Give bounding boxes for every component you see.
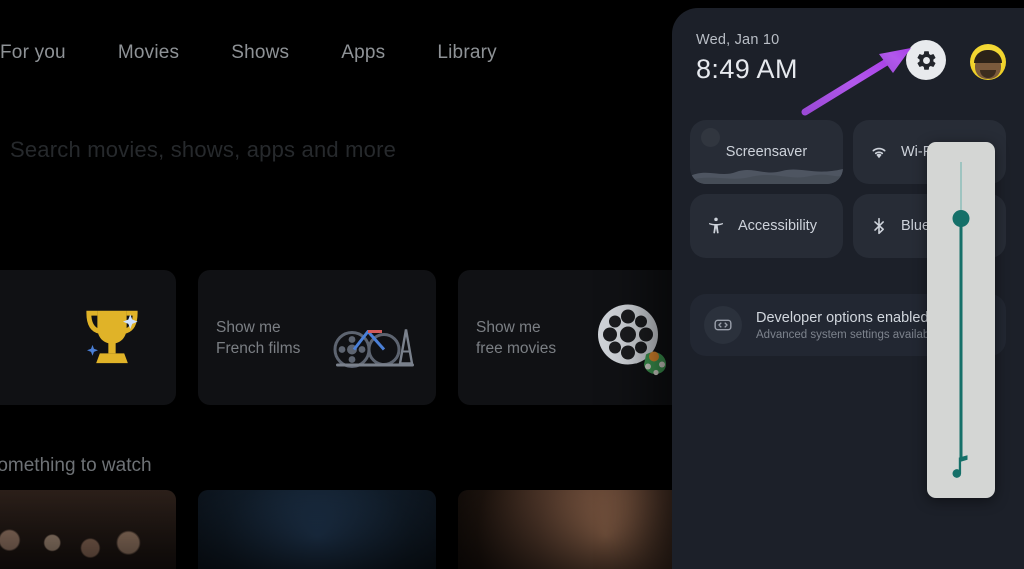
volume-slider-fill <box>959 218 963 458</box>
suggestion-card[interactable]: Show me free movies <box>458 270 696 405</box>
notification-title: Developer options enabled <box>756 309 929 326</box>
current-time: 8:49 AM <box>696 54 798 84</box>
watch-card[interactable]: Anime Movies <box>198 490 436 569</box>
watch-card[interactable]: Crime TV Shows <box>0 490 176 569</box>
nav-item-for-you[interactable]: For you <box>0 42 66 64</box>
film-reel-icon <box>579 285 684 390</box>
suggestion-row: n ress ? Show me French films <box>0 270 696 405</box>
watch-card-scrim <box>0 490 176 569</box>
nav-item-library[interactable]: Library <box>437 42 496 64</box>
search-bar[interactable]: Search movies, shows, apps and more <box>0 128 660 172</box>
watch-card-scrim <box>458 490 696 569</box>
nav-item-shows[interactable]: Shows <box>231 42 289 64</box>
watch-card-scrim <box>198 490 436 569</box>
film-reel-bicycle-icon <box>319 285 424 390</box>
nav-item-movies[interactable]: Movies <box>118 42 179 64</box>
wifi-icon <box>869 142 889 162</box>
avatar-face <box>974 50 1002 79</box>
trophy-icon <box>59 285 164 390</box>
notification-subtitle: Advanced system settings available <box>756 328 939 341</box>
developer-options-icon <box>704 306 742 344</box>
screensaver-landscape-art <box>690 169 843 184</box>
current-date: Wed, Jan 10 <box>696 32 780 48</box>
suggestion-card[interactable]: Show me French films <box>198 270 436 405</box>
avatar[interactable] <box>970 44 1006 80</box>
row-title-watch: d something to watch <box>0 455 152 476</box>
quick-settings-header: Wed, Jan 10 8:49 AM <box>696 32 1006 94</box>
tile-label: Accessibility <box>738 218 817 234</box>
suggestion-card-label: Show me French films <box>216 318 301 357</box>
tile-label: Screensaver <box>725 144 808 160</box>
volume-slider-panel[interactable] <box>927 142 995 498</box>
volume-slider-thumb[interactable] <box>952 210 970 227</box>
nav-item-apps[interactable]: Apps <box>341 42 385 64</box>
accessibility-icon <box>706 216 726 236</box>
music-note-icon <box>952 455 968 478</box>
gear-icon <box>916 50 935 70</box>
watch-row: Crime TV Shows Anime Movies Adventure Mo… <box>0 490 696 569</box>
watch-card[interactable]: Adventure Movies <box>458 490 696 569</box>
screen-root: For you Movies Shows Apps Library Search… <box>0 0 1024 569</box>
notification-text: Developer options enabled Advanced syste… <box>756 310 938 341</box>
screensaver-icon <box>701 128 720 147</box>
suggestion-card[interactable]: n ress ? <box>0 270 176 405</box>
suggestion-card-label: Show me free movies <box>476 318 557 357</box>
tile-accessibility[interactable]: Accessibility <box>690 194 843 258</box>
search-input-placeholder[interactable]: Search movies, shows, apps and more <box>0 137 396 163</box>
suggestion-card-label: n ress ? <box>0 306 58 369</box>
settings-button[interactable] <box>906 40 946 80</box>
tile-screensaver[interactable]: Screensaver <box>690 120 843 184</box>
top-navigation: For you Movies Shows Apps Library <box>0 38 680 68</box>
bluetooth-icon <box>869 216 889 236</box>
